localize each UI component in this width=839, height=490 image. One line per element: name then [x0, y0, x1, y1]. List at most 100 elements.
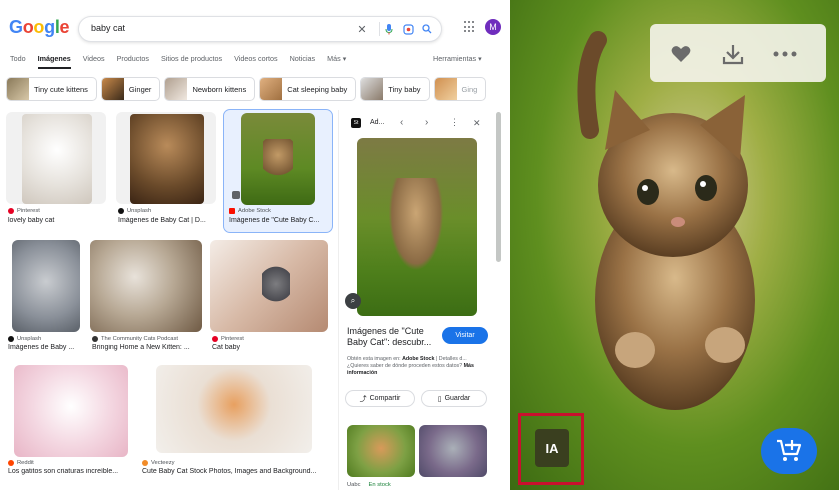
microphone-icon[interactable]	[382, 22, 396, 36]
chip[interactable]: Tiny cute kittens	[6, 77, 97, 101]
result-thumbnail[interactable]	[6, 112, 106, 204]
result-title[interactable]: Bringing Home a New Kitten: ...	[92, 344, 202, 351]
image-actions-toolbar	[650, 24, 826, 82]
chip-thumbnail	[165, 78, 188, 100]
prev-icon[interactable]: ‹	[400, 117, 403, 128]
result-thumbnail[interactable]	[156, 365, 312, 453]
tab-videos[interactable]: Videos	[83, 54, 105, 68]
result-source: Pinterest	[8, 208, 40, 214]
related-image[interactable]	[419, 425, 487, 477]
chip[interactable]: Tiny baby	[360, 77, 430, 101]
result-title[interactable]: Imágenes de "Cute Baby C...	[229, 217, 329, 224]
logo-letter: e	[59, 17, 70, 37]
chip-label: Ginger	[128, 84, 152, 94]
more-vert-icon[interactable]: ⋮	[450, 117, 459, 128]
result-title[interactable]: Cat baby	[212, 344, 328, 351]
image-result[interactable]: Pinterest lovely baby cat	[6, 112, 106, 232]
image-result[interactable]: Pinterest Cat baby	[210, 240, 328, 355]
chip[interactable]: Cat sleeping baby	[259, 77, 357, 101]
chip-thumbnail	[434, 78, 457, 100]
adobe-stock-icon: St	[351, 118, 361, 128]
related-image[interactable]	[347, 425, 415, 477]
result-source: Adobe Stock	[229, 208, 271, 214]
result-source-label: Unsplash	[127, 208, 152, 214]
result-thumbnail[interactable]	[90, 240, 202, 332]
chip-label: Tiny baby	[388, 84, 421, 94]
lens-icon[interactable]	[401, 22, 415, 36]
save-button[interactable]: ▯ Guardar	[421, 390, 487, 407]
image-result[interactable]: Unsplash Imágenes de Baby ...	[6, 240, 84, 355]
search-input[interactable]: baby cat	[91, 23, 125, 33]
tab-mas[interactable]: Más ▾	[327, 54, 346, 68]
image-result-selected[interactable]: Adobe Stock Imágenes de "Cute Baby C...	[223, 109, 333, 233]
preview-image[interactable]	[357, 138, 477, 316]
more-icon[interactable]	[772, 41, 798, 67]
image-result[interactable]: Vecteezy Cute Baby Cat Stock Photos, Ima…	[140, 365, 330, 483]
clear-icon[interactable]: ✕	[355, 22, 369, 36]
search-tabs: Todo Imágenes Videos Productos Sitios de…	[10, 54, 346, 68]
result-thumbnail[interactable]	[210, 240, 328, 332]
preview-panel: St Ad... ‹ › ⋮ ✕ ⌕ Imágenes de "Cute Bab…	[338, 110, 494, 490]
image-result[interactable]: Reddit Los gatitos son criaturas increíb…	[6, 365, 134, 483]
result-title[interactable]: Los gatitos son criaturas increíble...	[8, 468, 136, 475]
related-source: Uabc En stock	[347, 482, 391, 488]
divider	[379, 22, 380, 36]
preview-site[interactable]: Ad...	[370, 119, 384, 126]
tab-imagenes[interactable]: Imágenes	[38, 54, 71, 68]
result-source: Reddit	[8, 460, 34, 466]
tab-sitios-de-productos[interactable]: Sitios de productos	[161, 54, 222, 68]
chip[interactable]: Ginger	[100, 77, 161, 101]
image-result[interactable]: The Community Cats Podcast Bringing Home…	[90, 240, 202, 355]
download-icon[interactable]	[720, 41, 746, 67]
chip-label: Ging	[461, 84, 478, 94]
tab-productos[interactable]: Productos	[117, 54, 149, 68]
scrollbar[interactable]	[496, 112, 501, 262]
result-thumbnail[interactable]	[12, 240, 80, 332]
preview-title[interactable]: Imágenes de "Cute Baby Cat": descubr...	[347, 326, 439, 348]
search-bar[interactable]: baby cat ✕	[78, 16, 442, 42]
tools-menu[interactable]: Herramientas ▾	[433, 54, 482, 63]
chip-thumbnail	[361, 78, 384, 100]
result-thumbnail[interactable]	[14, 365, 128, 457]
image-result[interactable]: Unsplash Imágenes de Baby Cat | D...	[116, 112, 216, 232]
share-button[interactable]: ⤴ Compartir	[345, 390, 415, 407]
result-title[interactable]: Cute Baby Cat Stock Photos, Images and B…	[142, 468, 332, 475]
result-source: Unsplash	[118, 208, 151, 214]
logo-letter: o	[33, 17, 45, 37]
avatar[interactable]: M	[485, 19, 501, 35]
in-stock-label: En stock	[368, 482, 391, 488]
chip-label: Tiny cute kittens	[34, 84, 88, 94]
google-logo[interactable]: Google	[9, 17, 70, 38]
desc-site[interactable]: Adobe Stock	[402, 356, 434, 362]
tab-noticias[interactable]: Noticias	[290, 54, 316, 68]
search-icon[interactable]	[420, 22, 434, 36]
result-title[interactable]: Imágenes de Baby Cat | D...	[118, 217, 216, 224]
pinterest-icon	[8, 208, 14, 214]
preview-toolbar: St Ad... ‹ › ⋮ ✕	[339, 116, 495, 132]
chip[interactable]: Ging	[433, 77, 487, 101]
logo-letter: G	[9, 17, 23, 37]
result-thumbnail[interactable]	[116, 112, 216, 204]
tab-videos-cortos[interactable]: Videos cortos	[234, 54, 277, 68]
next-icon[interactable]: ›	[425, 117, 428, 128]
lens-search-icon[interactable]: ⌕	[345, 293, 361, 309]
result-source: Pinterest	[212, 336, 244, 342]
desc-suffix: | Detalles d...	[434, 356, 467, 362]
close-icon[interactable]: ✕	[473, 118, 481, 129]
tab-todo[interactable]: Todo	[10, 54, 26, 68]
result-source-label: Vecteezy	[151, 460, 175, 466]
result-thumbnail[interactable]	[241, 113, 315, 205]
add-to-cart-button[interactable]	[761, 428, 817, 474]
chip-thumbnail	[101, 78, 124, 100]
ai-generated-badge[interactable]: IA	[535, 429, 569, 467]
result-source: Unsplash	[8, 336, 41, 342]
visit-button[interactable]: Visitar	[442, 327, 488, 344]
unsplash-icon	[118, 208, 124, 214]
chip-thumbnail	[7, 78, 29, 100]
result-source-label: Adobe Stock	[238, 208, 271, 214]
apps-grid-icon[interactable]	[464, 21, 476, 33]
heart-icon[interactable]	[668, 41, 694, 67]
result-title[interactable]: Imágenes de Baby ...	[8, 344, 84, 351]
chip[interactable]: Newborn kittens	[164, 77, 256, 101]
result-title[interactable]: lovely baby cat	[8, 217, 106, 224]
